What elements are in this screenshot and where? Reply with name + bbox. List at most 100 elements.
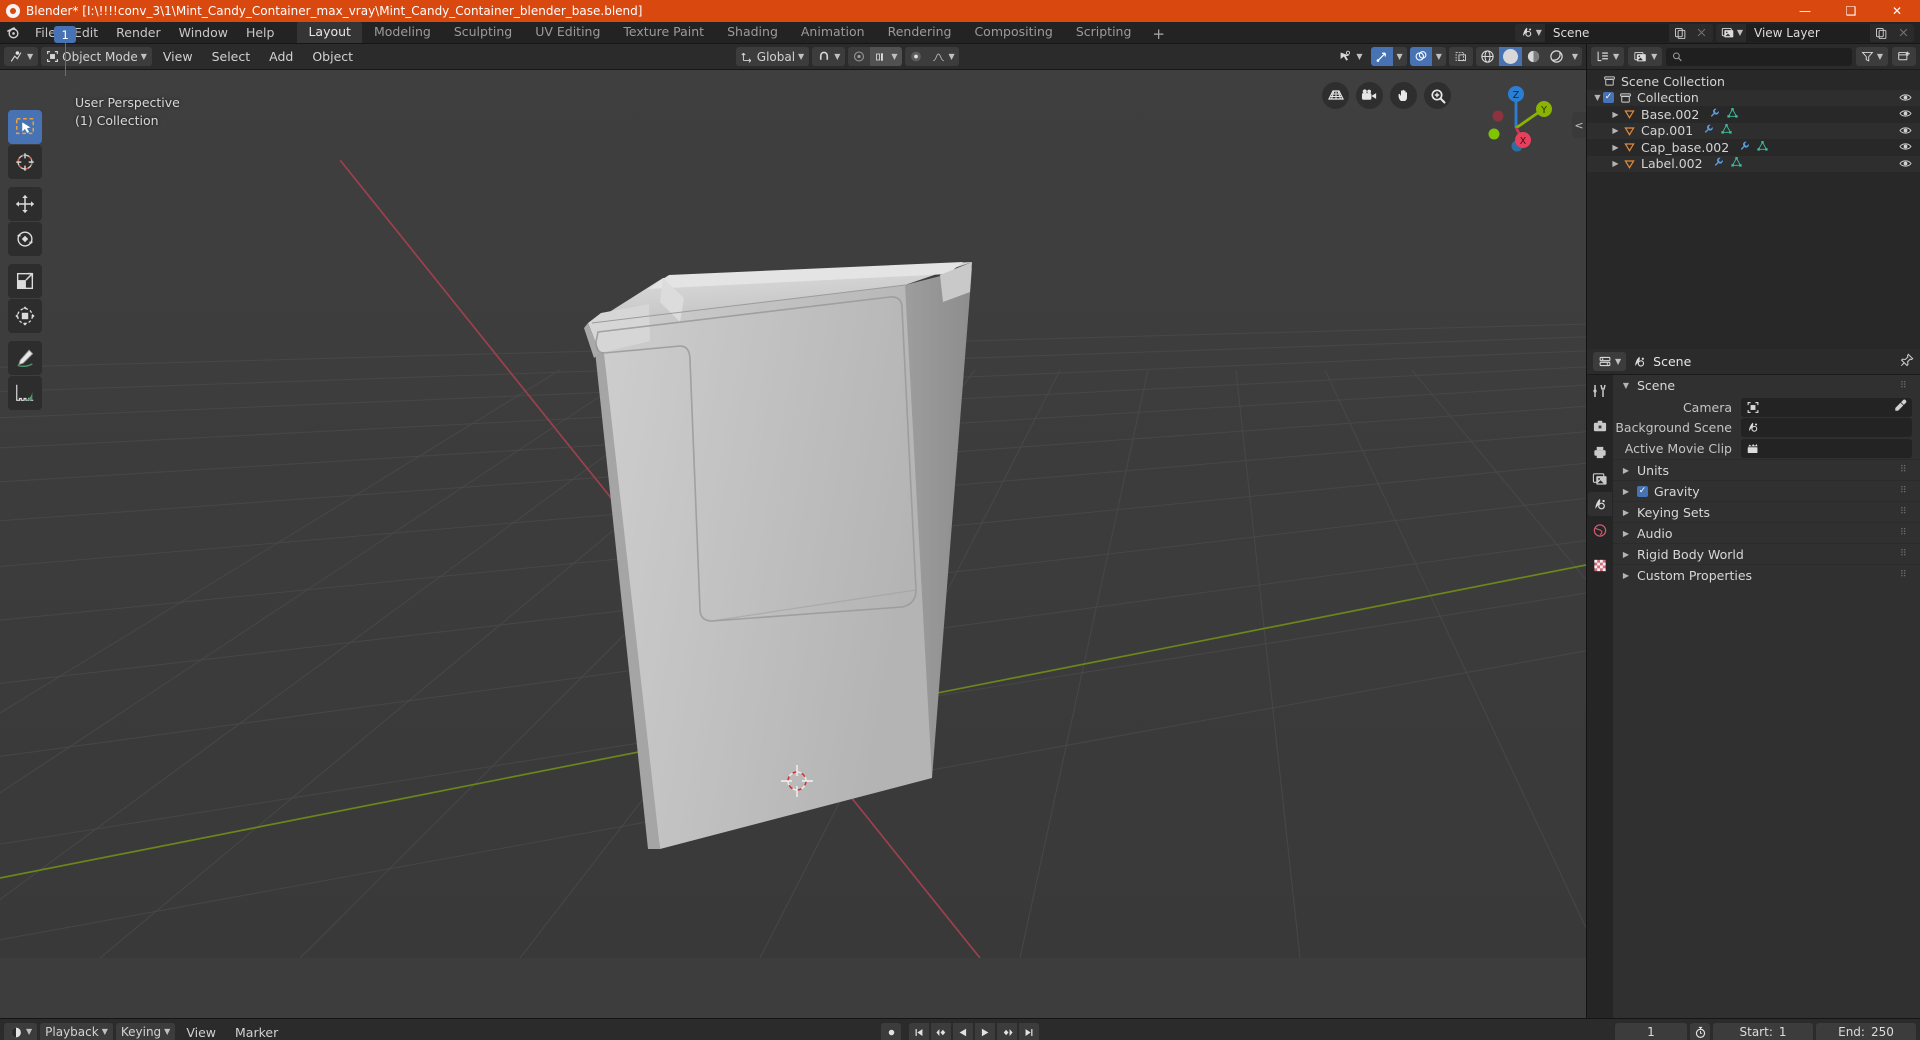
expand-triangle-icon[interactable]: ▶ (1610, 143, 1621, 152)
outliner-search-box[interactable] (1666, 47, 1852, 66)
mesh-data-icon[interactable] (1720, 123, 1733, 138)
start-frame-field[interactable]: Start: 1 (1713, 1022, 1813, 1040)
transform-orientation-selector[interactable]: Global ▼ (735, 47, 810, 66)
outliner-row-scene-collection[interactable]: Scene Collection (1587, 73, 1920, 90)
shading-wireframe[interactable] (1476, 47, 1499, 66)
proportional-edit-toggle[interactable] (848, 47, 870, 66)
viewport-menu-select[interactable]: Select (204, 47, 259, 66)
tool-move[interactable] (8, 187, 42, 221)
tab-scripting[interactable]: Scripting (1065, 21, 1143, 43)
gizmo-toggle[interactable] (1370, 47, 1393, 66)
pin-icon[interactable] (1900, 353, 1914, 370)
active-movie-clip-field[interactable] (1741, 438, 1912, 458)
tab-compositing[interactable]: Compositing (963, 21, 1063, 43)
snap-magnet-toggle[interactable]: ▼ (812, 47, 846, 66)
timeline-playhead[interactable]: 1 (54, 26, 77, 43)
mesh-data-icon[interactable] (1756, 140, 1769, 155)
tool-measure[interactable] (8, 376, 42, 410)
timeline-menu-playback[interactable]: Playback ▼ (40, 1022, 113, 1040)
menu-window[interactable]: Window (170, 22, 237, 43)
expand-triangle-icon[interactable]: ▶ (1610, 126, 1621, 135)
mesh-data-icon[interactable] (1730, 156, 1743, 171)
tab-render-icon[interactable] (1588, 414, 1612, 438)
outliner-row-object[interactable]: ▶ Cap_base.002 (1587, 139, 1920, 156)
timeline-menu-view[interactable]: View (178, 1023, 224, 1040)
section-units[interactable]: ▶ Units ⠿ (1613, 459, 1920, 480)
tab-texture-paint[interactable]: Texture Paint (612, 21, 715, 43)
scene-browse-icon[interactable]: ▼ (1514, 23, 1545, 42)
minimize-button[interactable]: — (1782, 0, 1828, 22)
camera-view-icon[interactable] (1356, 82, 1383, 109)
play-button[interactable] (975, 1022, 995, 1040)
add-workspace-button[interactable]: + (1143, 25, 1174, 43)
blender-menu-icon[interactable] (0, 22, 26, 43)
scene-name-field[interactable]: Scene (1544, 23, 1669, 42)
outliner-new-collection-button[interactable] (1892, 47, 1916, 66)
section-custom-properties[interactable]: ▶ Custom Properties ⠿ (1613, 564, 1920, 585)
tab-output-icon[interactable] (1588, 440, 1612, 464)
grid-toggle-icon[interactable] (1322, 82, 1349, 109)
gizmo-settings-dropdown[interactable]: ▼ (1393, 47, 1407, 66)
3d-viewport[interactable]: User Perspective (1) Collection Z Y X < (0, 70, 1586, 1018)
gravity-checkbox[interactable]: ✓ (1637, 485, 1648, 497)
outliner-search-input[interactable] (1687, 49, 1846, 64)
shading-solid[interactable] (1498, 47, 1522, 66)
outliner-editor-type-selector[interactable]: ▼ (1591, 47, 1625, 66)
tool-transform[interactable] (8, 299, 42, 333)
tab-sculpting[interactable]: Sculpting (443, 21, 523, 43)
tab-view-layer-icon[interactable] (1588, 466, 1612, 490)
zoom-magnifier-icon[interactable] (1424, 82, 1451, 109)
new-scene-button[interactable] (1668, 23, 1691, 42)
outliner-row-collection[interactable]: ▼ ✓ Collection (1587, 89, 1920, 106)
view-layer-name-field[interactable]: View Layer (1746, 23, 1870, 42)
outliner-row-object[interactable]: ▶ Base.002 (1587, 106, 1920, 123)
menu-render[interactable]: Render (107, 22, 170, 43)
outliner-row-object[interactable]: ▶ Cap.001 (1587, 122, 1920, 139)
close-button[interactable]: ✕ (1874, 0, 1920, 22)
tool-cursor[interactable] (8, 145, 42, 179)
visibility-eye-icon[interactable] (1899, 140, 1912, 155)
visibility-eye-icon[interactable] (1899, 91, 1912, 106)
shading-settings-dropdown[interactable]: ▼ (1568, 47, 1582, 66)
remove-view-layer-button[interactable] (1892, 23, 1914, 42)
menu-help[interactable]: Help (237, 22, 284, 43)
maximize-button[interactable]: ❑ (1828, 0, 1874, 22)
new-view-layer-button[interactable] (1870, 23, 1892, 42)
tab-layout[interactable]: Layout (297, 21, 362, 43)
tab-scene-icon[interactable] (1588, 492, 1612, 516)
mesh-data-icon[interactable] (1726, 107, 1739, 122)
properties-editor-type-selector[interactable]: ▼ (1593, 352, 1627, 371)
timeline-menu-keying[interactable]: Keying ▼ (115, 1022, 176, 1040)
viewport-menu-add[interactable]: Add (261, 47, 301, 66)
jump-to-start-button[interactable] (909, 1022, 929, 1040)
modifier-wrench-icon[interactable] (1712, 156, 1725, 171)
end-frame-field[interactable]: End: 250 (1816, 1022, 1916, 1040)
xray-toggle[interactable] (1448, 47, 1473, 66)
section-gravity[interactable]: ▶ ✓ Gravity ⠿ (1613, 480, 1920, 501)
shading-material-preview[interactable] (1522, 47, 1545, 66)
jump-to-prev-keyframe-button[interactable] (931, 1022, 951, 1040)
section-rigid-body-world[interactable]: ▶ Rigid Body World ⠿ (1613, 543, 1920, 564)
tab-shading[interactable]: Shading (716, 21, 789, 43)
overlays-toggle[interactable] (1409, 47, 1432, 66)
outliner-display-mode-selector[interactable]: ▼ (1628, 47, 1663, 66)
tab-tool-icon[interactable] (1588, 379, 1612, 403)
jump-to-end-button[interactable] (1019, 1022, 1039, 1040)
timeline-menu-marker[interactable]: Marker (227, 1023, 286, 1040)
tab-modeling[interactable]: Modeling (363, 21, 442, 43)
background-scene-field[interactable] (1741, 418, 1912, 437)
remove-scene-button[interactable] (1690, 23, 1713, 42)
timeline-editor-type-selector[interactable]: ▼ (4, 1022, 38, 1040)
camera-field[interactable] (1741, 397, 1912, 417)
tab-texture-icon[interactable] (1588, 553, 1612, 577)
visibility-eye-icon[interactable] (1899, 157, 1912, 172)
tool-tweak-select-box[interactable] (8, 110, 42, 144)
tab-world-icon[interactable] (1588, 518, 1612, 542)
tool-scale[interactable] (8, 264, 42, 298)
play-reverse-button[interactable] (953, 1022, 973, 1040)
scene-panel-header[interactable]: ▼ Scene ⠿ (1613, 375, 1920, 396)
view-layer-browse-icon[interactable]: ▼ (1715, 23, 1746, 42)
expand-triangle-icon[interactable]: ▶ (1610, 110, 1621, 119)
modifier-wrench-icon[interactable] (1738, 140, 1751, 155)
viewport-menu-object[interactable]: Object (304, 47, 361, 66)
